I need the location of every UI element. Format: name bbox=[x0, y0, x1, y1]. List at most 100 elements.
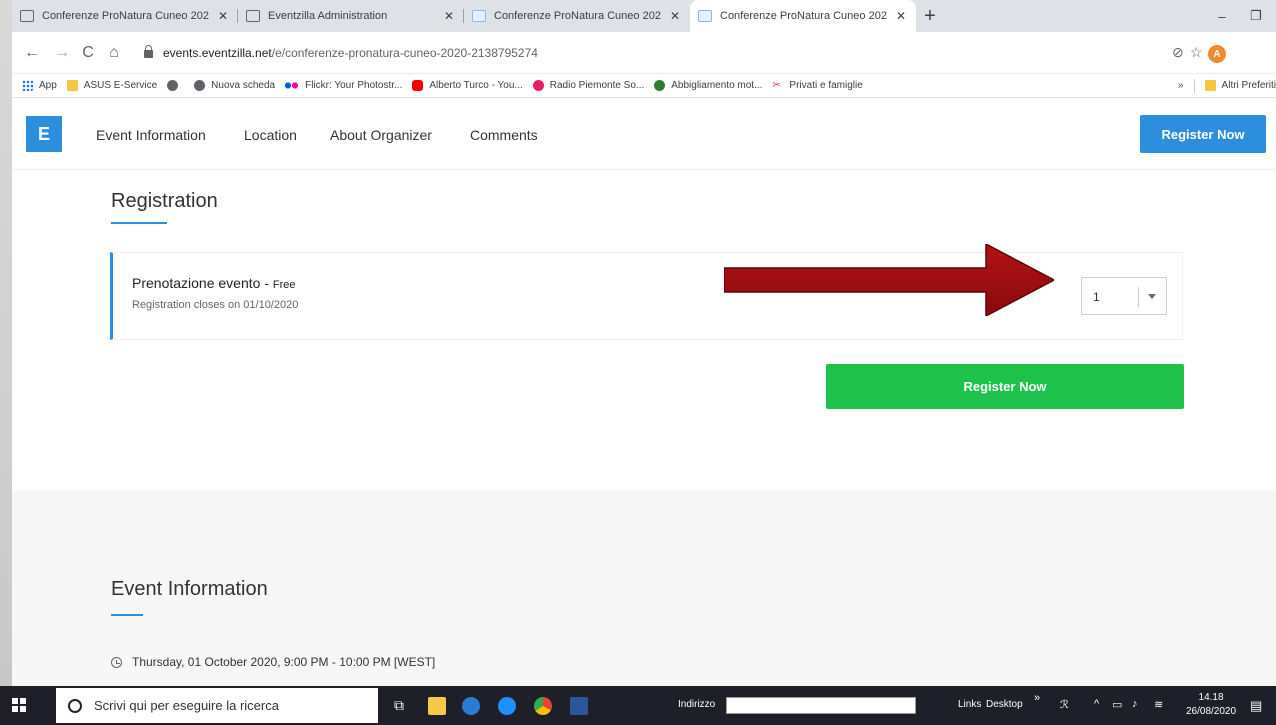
toolbar-overflow-icon[interactable]: » bbox=[1034, 692, 1040, 704]
header-register-now-button[interactable]: Register Now bbox=[1140, 115, 1266, 153]
ticket-price: Free bbox=[272, 279, 296, 291]
notifications-icon[interactable]: ▤ bbox=[1250, 698, 1262, 714]
bookmark-label: Altri Preferiti bbox=[1221, 80, 1276, 91]
close-tab-icon[interactable]: ✕ bbox=[670, 9, 680, 23]
bookmark-asus[interactable]: ASUS E-Service bbox=[66, 80, 158, 91]
clock-icon bbox=[111, 656, 122, 668]
task-view-icon[interactable]: ⧉ bbox=[394, 697, 404, 714]
internet-explorer-icon[interactable] bbox=[498, 697, 516, 715]
leaf-icon bbox=[654, 80, 666, 91]
register-now-button[interactable]: Register Now bbox=[826, 364, 1184, 409]
bookmark-abbigliamento[interactable]: Abbigliamento mot... bbox=[654, 80, 762, 91]
people-icon[interactable]: ℛ bbox=[1060, 698, 1069, 711]
back-arrow-icon[interactable]: ← bbox=[22, 44, 42, 62]
desktop-background bbox=[0, 0, 12, 686]
other-bookmarks[interactable]: Altri Preferiti bbox=[1204, 80, 1276, 91]
tab-title: Conferenze ProNatura Cuneo 202 bbox=[720, 10, 887, 22]
folder-icon bbox=[1204, 80, 1216, 91]
bookmark-label: Flickr: Your Photostr... bbox=[305, 80, 403, 91]
bookmark-label: App bbox=[39, 80, 57, 91]
bookmark-flickr[interactable]: Flickr: Your Photostr... bbox=[285, 80, 402, 91]
eye-slash-icon[interactable]: ⊘ bbox=[1172, 44, 1184, 61]
nav-comments[interactable]: Comments bbox=[470, 127, 538, 143]
quantity-select[interactable]: 1 bbox=[1081, 277, 1167, 315]
clock-time: 14.18 bbox=[1198, 692, 1224, 703]
file-explorer-icon[interactable] bbox=[428, 697, 446, 715]
windows-start-icon[interactable] bbox=[12, 698, 26, 712]
bookmarks-bar: App ASUS E-Service Nuova scheda Flickr: … bbox=[12, 74, 1276, 98]
bookmark-label: ASUS E-Service bbox=[83, 80, 158, 91]
chevron-down-icon bbox=[1148, 294, 1156, 299]
bookmark-globe[interactable] bbox=[167, 80, 184, 91]
bookmark-label: Privati e famiglie bbox=[789, 80, 863, 91]
microphone-icon[interactable]: 🎙 bbox=[358, 698, 375, 714]
home-icon[interactable]: ⌂ bbox=[104, 44, 124, 62]
browser-tab[interactable]: Conferenze ProNatura Cuneo 202 ✕ bbox=[12, 0, 238, 32]
browser-tab-bar: Conferenze ProNatura Cuneo 202 ✕ Eventzi… bbox=[12, 0, 1276, 32]
document-favicon-icon bbox=[698, 10, 712, 22]
mail-favicon-icon bbox=[246, 10, 260, 22]
folder-icon bbox=[66, 80, 78, 91]
taskbar-search[interactable]: Scrivi qui per eseguire la ricerca bbox=[56, 688, 378, 723]
registration-heading: Registration bbox=[111, 190, 218, 212]
close-tab-icon[interactable]: ✕ bbox=[218, 9, 228, 23]
tab-title: Conferenze ProNatura Cuneo 202 bbox=[42, 10, 209, 22]
address-bar[interactable]: events.eventzilla.net/e/conferenze-prona… bbox=[144, 42, 1144, 64]
wifi-icon[interactable]: ≋ bbox=[1154, 698, 1163, 711]
volume-icon[interactable]: ♪ bbox=[1132, 698, 1138, 710]
tab-title: Eventzilla Administration bbox=[268, 10, 388, 22]
nav-event-information[interactable]: Event Information bbox=[96, 127, 206, 143]
url-path: /e/conferenze-pronatura-cuneo-2020-21387… bbox=[271, 46, 538, 60]
battery-icon[interactable]: ▭ bbox=[1112, 698, 1122, 711]
document-favicon-icon bbox=[472, 10, 486, 22]
bookmark-privati[interactable]: ✂ Privati e famiglie bbox=[772, 80, 862, 91]
forward-arrow-icon[interactable]: → bbox=[52, 44, 72, 62]
close-tab-icon[interactable]: ✕ bbox=[444, 9, 454, 23]
apps-grid-icon bbox=[22, 80, 33, 91]
mail-favicon-icon bbox=[20, 10, 34, 22]
bookmark-apps[interactable]: App bbox=[22, 80, 57, 91]
desktop-toolbar[interactable]: Desktop bbox=[986, 699, 1023, 710]
chrome-icon[interactable] bbox=[534, 697, 552, 715]
bookmark-radio[interactable]: Radio Piemonte So... bbox=[532, 80, 644, 91]
event-datetime-text: Thursday, 01 October 2020, 9:00 PM - 10:… bbox=[132, 655, 436, 669]
reload-icon[interactable]: C bbox=[78, 44, 98, 62]
nav-about-organizer[interactable]: About Organizer bbox=[330, 127, 432, 143]
globe-icon bbox=[167, 80, 179, 91]
profile-avatar[interactable]: A bbox=[1208, 45, 1226, 63]
bookmark-nuova-scheda[interactable]: Nuova scheda bbox=[194, 80, 275, 91]
browser-toolbar: ← → C ⌂ events.eventzilla.net/e/conferen… bbox=[12, 32, 1276, 74]
browser-tab[interactable]: Conferenze ProNatura Cuneo 202 ✕ bbox=[464, 0, 690, 32]
address-toolbar-input[interactable] bbox=[726, 697, 916, 714]
screen: Conferenze ProNatura Cuneo 202 ✕ Eventzi… bbox=[0, 0, 1276, 725]
browser-tab-active[interactable]: Conferenze ProNatura Cuneo 202 ✕ bbox=[690, 0, 916, 32]
search-placeholder: Scrivi qui per eseguire la ricerca bbox=[94, 698, 279, 713]
bookmark-label: Alberto Turco - You... bbox=[429, 80, 523, 91]
links-toolbar[interactable]: Links bbox=[958, 699, 981, 710]
nav-location[interactable]: Location bbox=[244, 127, 297, 143]
bookmark-divider bbox=[1193, 78, 1195, 93]
bookmark-label: Nuova scheda bbox=[211, 80, 276, 91]
show-hidden-icons-chevron-icon[interactable]: ^ bbox=[1094, 698, 1099, 710]
restore-icon[interactable]: ❐ bbox=[1236, 0, 1276, 32]
heading-underline bbox=[111, 614, 143, 616]
word-icon[interactable] bbox=[570, 697, 588, 715]
clock-date: 26/08/2020 bbox=[1186, 706, 1237, 717]
windows-taskbar: Scrivi qui per eseguire la ricerca 🎙 ⧉ I… bbox=[0, 686, 1276, 725]
bookmark-youtube[interactable]: Alberto Turco - You... bbox=[412, 80, 523, 91]
scissors-icon: ✂ bbox=[772, 80, 781, 91]
flickr-icon bbox=[285, 80, 300, 91]
eventzilla-logo[interactable]: E bbox=[26, 116, 62, 152]
ticket-title: Prenotazione evento - Free bbox=[132, 275, 296, 291]
taskbar-clock[interactable]: 14.18 26/08/2020 bbox=[1186, 691, 1236, 719]
browser-tab[interactable]: Eventzilla Administration ✕ bbox=[238, 0, 464, 32]
close-tab-icon[interactable]: ✕ bbox=[896, 9, 906, 23]
star-icon[interactable]: ☆ bbox=[1190, 44, 1203, 61]
bookmarks-right: » Altri Preferiti bbox=[1178, 78, 1276, 93]
edge-icon[interactable] bbox=[462, 697, 480, 715]
event-information-heading: Event Information bbox=[111, 578, 268, 600]
web-page: E Event Information Location About Organ… bbox=[12, 98, 1276, 686]
new-tab-plus-icon[interactable]: + bbox=[916, 0, 944, 32]
bookmark-label: Abbigliamento mot... bbox=[671, 80, 763, 91]
bookmarks-overflow-button[interactable]: » bbox=[1178, 80, 1184, 91]
